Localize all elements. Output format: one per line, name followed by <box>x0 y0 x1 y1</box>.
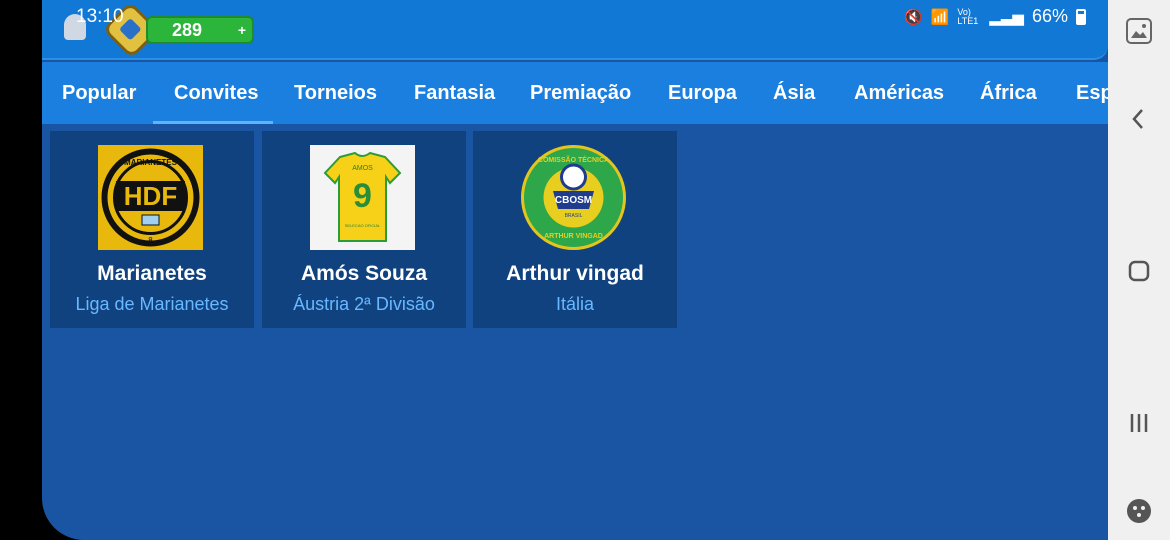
battery-percent: 66% <box>1031 6 1068 26</box>
invite-card-marianetes[interactable]: HDF MARIANETES 8 Marianetes Liga de Mari… <box>50 131 254 328</box>
tab-europa[interactable]: Europa <box>668 62 737 124</box>
tab-popular[interactable]: Popular <box>62 62 136 124</box>
tab-asia[interactable]: Ásia <box>773 62 815 124</box>
status-icons: 🔇 📶 Vo) LTE1 ▂▃▅ 66% <box>904 6 1086 27</box>
tab-convites[interactable]: Convites <box>153 62 273 124</box>
device-screen: 289 + 13:10 🔇 📶 Vo) LTE1 ▂▃▅ 66% Popular… <box>0 0 1170 540</box>
network-label: Vo) LTE1 <box>957 6 979 26</box>
league-name: Áustria 2ª Divisão <box>293 294 435 314</box>
team-name: Arthur vingad <box>506 262 644 285</box>
android-navbar <box>1108 0 1170 540</box>
tab-premiacao[interactable]: Premiação <box>530 62 631 124</box>
team-logo-jersey: AMOS 9 SELECAO OFICIAL <box>310 145 415 250</box>
back-icon[interactable] <box>1108 104 1170 141</box>
coins-value: 289 <box>172 20 203 40</box>
jersey-number: 9 <box>353 177 372 215</box>
status-time: 13:10 <box>76 6 124 27</box>
team-name: Amós Souza <box>300 262 428 285</box>
team-logo-cbosm: CBOSM BRASIL COMISSÃO TÉCNICA ARTHUR VIN… <box>521 145 626 250</box>
tab-esp[interactable]: Esp <box>1076 62 1108 124</box>
league-name: Liga de Marianetes <box>75 294 229 314</box>
app-window: 289 + 13:10 🔇 📶 Vo) LTE1 ▂▃▅ 66% Popular… <box>42 0 1108 540</box>
tab-torneios[interactable]: Torneios <box>294 62 377 124</box>
logo-sub-text: BRASIL <box>565 213 583 219</box>
invite-card-amos-souza[interactable]: AMOS 9 SELECAO OFICIAL Amós Souza Áustri… <box>262 131 466 328</box>
coins-counter[interactable]: 289 + <box>146 16 254 44</box>
league-name: Itália <box>555 294 595 314</box>
category-tabs: Popular Convites Torneios Fantasia Premi… <box>42 62 1108 124</box>
tab-americas[interactable]: Américas <box>854 62 944 124</box>
jersey-sponsor: SELECAO OFICIAL <box>345 223 381 228</box>
logo-center-text: CBOSM <box>555 195 592 206</box>
invite-card-arthur-vingad[interactable]: CBOSM BRASIL COMISSÃO TÉCNICA ARTHUR VIN… <box>473 131 677 328</box>
game-tools-icon[interactable] <box>1108 496 1170 533</box>
logo-bottom-text: 8 <box>148 236 153 245</box>
tab-fantasia[interactable]: Fantasia <box>414 62 495 124</box>
logo-hdf-text: HDF <box>124 181 177 211</box>
team-logo-marianetes: HDF MARIANETES 8 <box>98 145 203 250</box>
team-name: Marianetes <box>97 262 207 285</box>
jersey-name: AMOS <box>352 165 373 172</box>
logo-top-text: COMISSÃO TÉCNICA <box>538 155 609 164</box>
app-header: 289 + 13:10 🔇 📶 Vo) LTE1 ▂▃▅ 66% <box>42 0 1108 60</box>
recents-icon[interactable] <box>1108 408 1170 445</box>
screenshot-icon[interactable] <box>1108 14 1170 53</box>
logo-bottom-text: ARTHUR VINGAD <box>544 233 603 240</box>
tab-africa[interactable]: África <box>980 62 1037 124</box>
battery-icon <box>1076 8 1086 25</box>
signal-icon: ▂▃▅ <box>989 8 1024 26</box>
logo-top-text: MARIANETES <box>124 158 178 167</box>
mute-icon: 🔇 <box>903 8 923 26</box>
add-coins-button[interactable]: + <box>238 18 246 42</box>
wifi-icon: 📶 <box>930 8 950 26</box>
home-icon[interactable] <box>1108 256 1170 293</box>
